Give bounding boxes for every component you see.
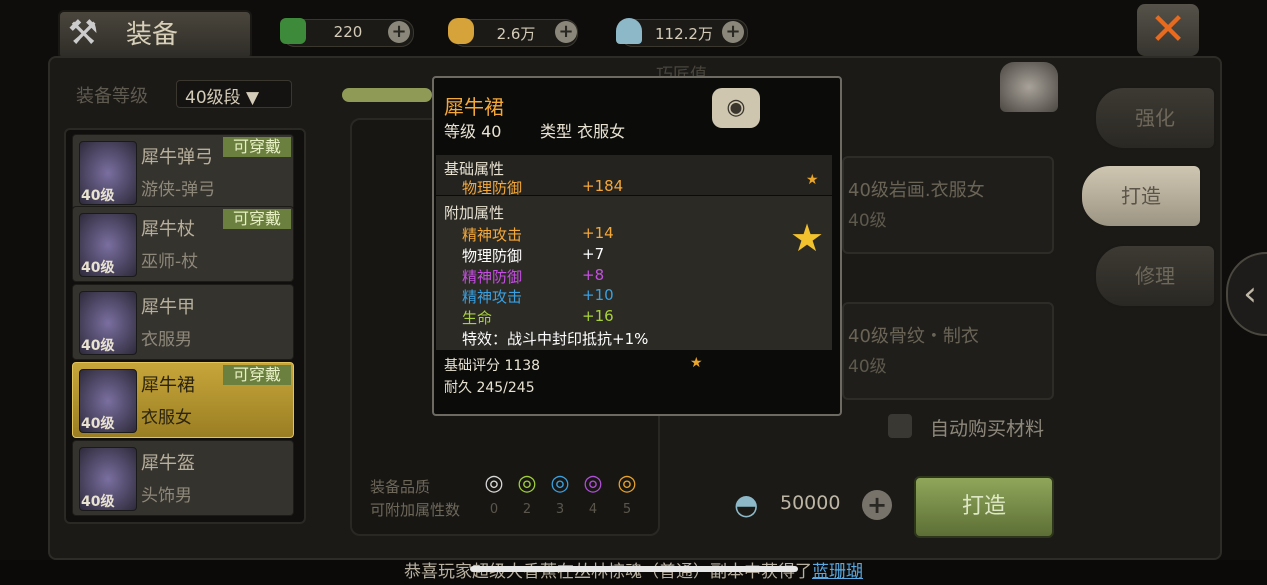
forge-button[interactable]: 打造 [914,476,1054,538]
resource-gem-value: 220 [333,23,363,41]
quality-blue-icon: ◎ [550,471,570,496]
tooltip-item-name: 犀牛裙 [444,95,504,119]
home-indicator[interactable] [470,566,798,572]
star-icon: ★ [690,355,703,371]
gold-ore-icon [448,18,474,44]
list-item-selected[interactable]: 40级 犀牛裙 衣服女 可穿戴 [72,362,294,438]
item-name: 犀牛弹弓 [141,147,213,168]
tooltip-extra-label: 精神攻击 [462,226,523,244]
resource-shell-value: 112.2万 [655,25,713,43]
tab-strengthen[interactable]: 强化 [1094,86,1216,150]
item-level: 40级 [81,338,115,354]
add-gem-button[interactable]: + [388,21,410,43]
ticker-link[interactable]: 蓝珊瑚 [812,562,863,582]
tooltip-extra-header: 附加属性 [444,204,505,222]
chest-icon[interactable] [1000,62,1058,112]
anvil-icon: ⚒ [67,13,99,53]
tooltip-extra-label: 生命 [462,309,493,327]
tab-repair[interactable]: 修理 [1094,244,1216,308]
tab-forge[interactable]: 打造 [1080,164,1202,228]
quality-count: 5 [622,502,632,517]
item-name: 犀牛甲 [141,297,195,318]
tooltip-durability: 耐久 245/245 [444,380,535,396]
item-level: 40级 [81,260,115,276]
tooltip-extra-value: +16 [582,307,614,325]
craft-progress-bar [342,88,432,102]
level-select-value: 40级段 ▼ [185,88,260,108]
tooltip-extra-value: +7 [582,245,605,263]
tooltip-base-value: +184 [582,177,624,195]
quality-count: 2 [522,502,532,517]
green-gem-icon [280,18,306,44]
tooltip-base-header: 基础属性 [444,160,505,178]
forge-cost: 50000 [780,492,841,514]
quality-count: 3 [555,502,565,517]
close-button[interactable]: ✕ [1137,4,1199,56]
item-sub: 衣服女 [141,408,192,428]
tooltip-level: 等级 40 [444,122,502,141]
tooltip-extra-value: +14 [582,224,614,242]
tooltip-extra-label: 精神防御 [462,268,523,286]
wearable-badge: 可穿戴 [223,365,291,385]
quality-count: 4 [588,502,598,517]
tooltip-extra-label: 精神攻击 [462,288,523,306]
quality-green-icon: ◎ [517,471,537,496]
tooltip-extra-value: +8 [582,266,605,284]
item-level: 40级 [81,494,115,510]
item-name: 犀牛盔 [141,453,195,474]
ticker-text: 恭喜玩家超级大香蕉在丛林惊魂（普通）副本中获得了 [404,562,812,582]
level-select[interactable]: 40级段 ▼ [176,80,292,108]
quality-white-icon: ◎ [484,471,504,496]
page-title: 装备 [126,20,179,50]
item-sub: 巫师-杖 [141,252,199,272]
item-level: 40级 [81,188,115,204]
add-shell-button[interactable]: + [862,490,892,520]
material-level: 40级 [848,211,887,231]
material-slot[interactable]: 40级岩画.衣服女 40级 [842,156,1054,254]
quality-label: 装备品质 [370,478,431,496]
news-ticker: 恭喜玩家超级大香蕉在丛林惊魂（普通）副本中获得了蓝珊瑚 [0,560,1267,585]
tooltip-extra-value: +10 [582,286,614,304]
material-name: 40级骨纹・制衣 [848,326,979,347]
quality-orange-icon: ◎ [617,471,637,496]
material-slot[interactable]: 40级骨纹・制衣 40级 [842,302,1054,400]
wearable-badge: 可穿戴 [223,137,291,157]
item-name: 犀牛杖 [141,219,195,240]
item-sub: 游侠-弹弓 [141,180,216,200]
material-level: 40级 [848,357,887,377]
tooltip-base-label: 物理防御 [462,179,523,197]
item-name: 犀牛裙 [141,375,195,396]
auto-buy-checkbox[interactable] [888,414,912,438]
item-sub: 衣服男 [141,330,192,350]
shell-icon: ◓ [734,488,759,521]
tooltip-score: 基础评分 1138 [444,358,541,374]
quality-purple-icon: ◎ [583,471,603,496]
add-shell-button[interactable]: + [722,21,744,43]
attr-count-label: 可附加属性数 [370,501,461,519]
material-name: 40级岩画.衣服女 [848,180,985,201]
chevron-left-icon[interactable]: ‹ [1226,252,1267,336]
tooltip-extra-label: 物理防御 [462,247,523,265]
quality-count: 0 [489,502,499,517]
shell-icon [616,18,642,44]
list-item[interactable]: 40级 犀牛甲 衣服男 [72,284,294,360]
item-sub: 头饰男 [141,486,192,506]
auto-buy-label: 自动购买材料 [930,418,1045,440]
wearable-badge: 可穿戴 [223,209,291,229]
star-icon: ★ [790,216,825,260]
item-level: 40级 [81,416,115,432]
tooltip-type: 类型 衣服女 [540,122,626,141]
list-item[interactable]: 40级 犀牛弹弓 游侠-弹弓 可穿戴 [72,134,294,210]
list-item[interactable]: 40级 犀牛杖 巫师-杖 可穿戴 [72,206,294,282]
eye-icon[interactable]: ◉ [712,88,760,128]
add-gold-button[interactable]: + [555,21,577,43]
star-icon: ★ [806,172,819,188]
tooltip-effect: 特效：战斗中封印抵抗+1% [462,330,649,348]
list-item[interactable]: 40级 犀牛盔 头饰男 [72,440,294,516]
equip-level-label: 装备等级 [76,86,148,107]
resource-gold-value: 2.6万 [496,25,536,43]
